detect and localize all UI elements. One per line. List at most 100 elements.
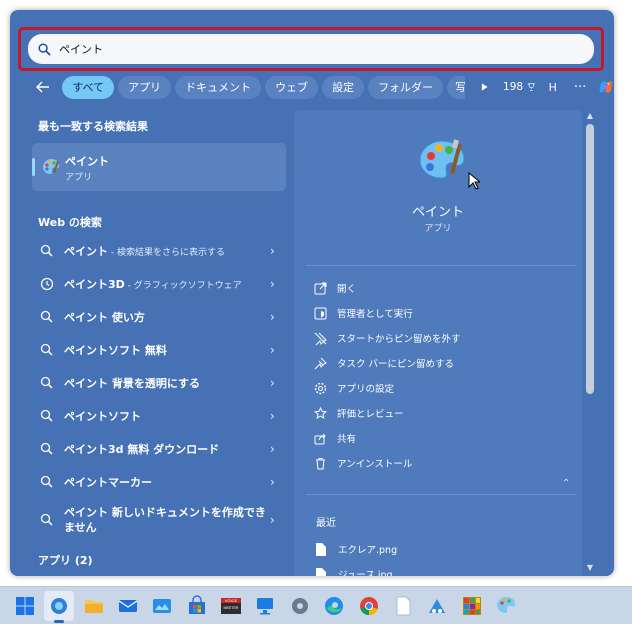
scroll-thumb[interactable] (586, 124, 594, 394)
web-result-subtext: - 検索結果をさらに表示する (108, 248, 225, 258)
play-icon[interactable] (479, 80, 489, 94)
action-share[interactable]: 共有 (314, 427, 564, 449)
action-app-settings[interactable]: アプリの設定 (314, 377, 564, 399)
mail-icon[interactable] (117, 595, 139, 617)
action-label: アプリの設定 (337, 384, 395, 395)
tab-documents[interactable]: ドキュメント (175, 75, 262, 99)
scroll-up-icon[interactable]: ▲ (584, 110, 596, 122)
voicemeeter-icon[interactable]: VOICE MEETER (220, 595, 242, 617)
chevron-right-icon: › (270, 409, 275, 423)
web-search-heading: Web の検索 (38, 216, 102, 229)
action-pin-taskbar[interactable]: タスク バーにピン留めする (314, 352, 564, 374)
recent-heading: 最近 (316, 518, 336, 529)
action-run-as-admin[interactable]: 管理者として実行 (314, 302, 564, 324)
settings-icon[interactable] (289, 595, 311, 617)
recent-file-name: ジュース.jpg (338, 570, 393, 576)
more-options-icon[interactable]: ··· (574, 80, 586, 95)
store-icon[interactable] (186, 595, 208, 617)
monitor-icon[interactable] (254, 595, 276, 617)
search-icon[interactable] (48, 595, 70, 617)
action-label: 評価とレビュー (337, 409, 404, 420)
recent-file-name: エクレア.png (338, 545, 398, 556)
search-icon (40, 310, 53, 323)
web-result-6[interactable]: ペイントソフト › (32, 401, 286, 431)
results-list: 最も一致する検索結果 ペイント アプリ Web の検索 ペイント - 検索結果を… (10, 110, 295, 576)
chevron-right-icon: › (270, 310, 275, 324)
web-result-5[interactable]: ペイント 背景を透明にする › (32, 368, 286, 398)
web-result-7[interactable]: ペイント3d 無料 ダウンロード › (32, 434, 286, 464)
tab-web[interactable]: ウェブ (265, 75, 319, 99)
snipping-icon[interactable] (426, 595, 448, 617)
best-match-name: ペイント (65, 155, 109, 168)
recent-file-2[interactable]: ジュース.jpg (316, 564, 516, 576)
paint-app-icon (43, 159, 59, 174)
web-result-2[interactable]: ペイント3D - グラフィックソフトウェア › (32, 269, 286, 299)
open-icon (314, 282, 327, 294)
file-icon (316, 567, 326, 576)
scroll-down-icon[interactable]: ▼ (584, 562, 596, 574)
best-match-item[interactable]: ペイント アプリ (32, 143, 286, 191)
web-result-text: ペイント3D (64, 278, 125, 291)
tab-settings[interactable]: 設定 (322, 75, 365, 99)
tab-apps[interactable]: アプリ (118, 75, 172, 99)
chevron-right-icon: › (270, 442, 275, 456)
profile-avatar[interactable]: H (546, 77, 560, 97)
web-result-text: ペイント3d 無料 ダウンロード (64, 443, 220, 456)
web-result-3[interactable]: ペイント 使い方 › (32, 302, 286, 332)
web-result-text: ペイント 新しいドキュメントを作成できません (64, 506, 266, 534)
web-result-8[interactable]: ペイントマーカー › (32, 467, 286, 497)
file-explorer-icon[interactable] (83, 595, 105, 617)
start-icon[interactable] (14, 595, 36, 617)
action-unpin-start[interactable]: スタートからピン留めを外す (314, 327, 564, 349)
web-result-9[interactable]: ペイント 新しいドキュメントを作成できません › (32, 502, 286, 538)
chrome-icon[interactable] (358, 595, 380, 617)
search-input[interactable]: ペイント (28, 34, 594, 64)
detail-app-type: アプリ (424, 224, 452, 234)
best-match-heading: 最も一致する検索結果 (38, 120, 148, 133)
action-label: 共有 (337, 434, 357, 445)
tab-folders[interactable]: フォルダー (368, 75, 444, 99)
chevron-up-icon[interactable]: ⌃ (562, 478, 572, 489)
divider (306, 494, 576, 495)
svg-text:MEETER: MEETER (224, 606, 239, 610)
scrollbar[interactable]: ▲ ▼ (584, 110, 596, 576)
start-search-panel: ペイント すべて アプリ ドキュメント ウェブ 設定 フォルダー 写 198 H… (10, 10, 614, 576)
copilot-icon[interactable] (598, 76, 614, 98)
selection-indicator (32, 158, 35, 176)
paint-icon[interactable] (495, 595, 517, 617)
grid-app-icon[interactable] (461, 595, 483, 617)
file-icon (316, 542, 326, 556)
web-result-1[interactable]: ペイント - 検索結果をさらに表示する › (32, 236, 286, 266)
best-match-type: アプリ (65, 173, 93, 183)
svg-text:VOICE: VOICE (225, 598, 238, 603)
action-open[interactable]: 開く (314, 277, 564, 299)
web-result-text: ペイントソフト 無料 (64, 344, 167, 357)
edge-icon[interactable] (323, 595, 345, 617)
rewards-icon[interactable] (527, 81, 536, 93)
tab-photos[interactable]: 写 (447, 75, 466, 99)
web-result-4[interactable]: ペイントソフト 無料 › (32, 335, 286, 365)
action-label: 開く (337, 284, 357, 295)
chevron-right-icon: › (270, 513, 275, 527)
tab-all[interactable]: すべて (62, 75, 115, 99)
filter-bar: すべて アプリ ドキュメント ウェブ 設定 フォルダー 写 198 H ··· (10, 74, 614, 100)
share-icon (314, 433, 326, 444)
back-arrow-icon[interactable] (36, 78, 50, 97)
unpin-icon (314, 332, 327, 345)
gear-icon (314, 382, 327, 394)
action-uninstall[interactable]: アンインストール (314, 452, 564, 474)
star-icon (314, 406, 327, 419)
search-icon (40, 513, 53, 526)
recent-file-1[interactable]: エクレア.png (316, 539, 516, 559)
photos-icon[interactable] (151, 595, 173, 617)
history-icon (40, 277, 54, 291)
web-result-text: ペイント 背景を透明にする (64, 377, 200, 390)
active-indicator (54, 620, 64, 623)
action-rate-review[interactable]: 評価とレビュー (314, 402, 564, 424)
search-icon (40, 475, 53, 488)
chevron-right-icon: › (270, 277, 275, 291)
web-result-text: ペイントソフト (64, 410, 141, 423)
chevron-right-icon: › (270, 343, 275, 357)
web-result-text: ペイント (64, 245, 108, 258)
notepad-icon[interactable] (392, 595, 414, 617)
